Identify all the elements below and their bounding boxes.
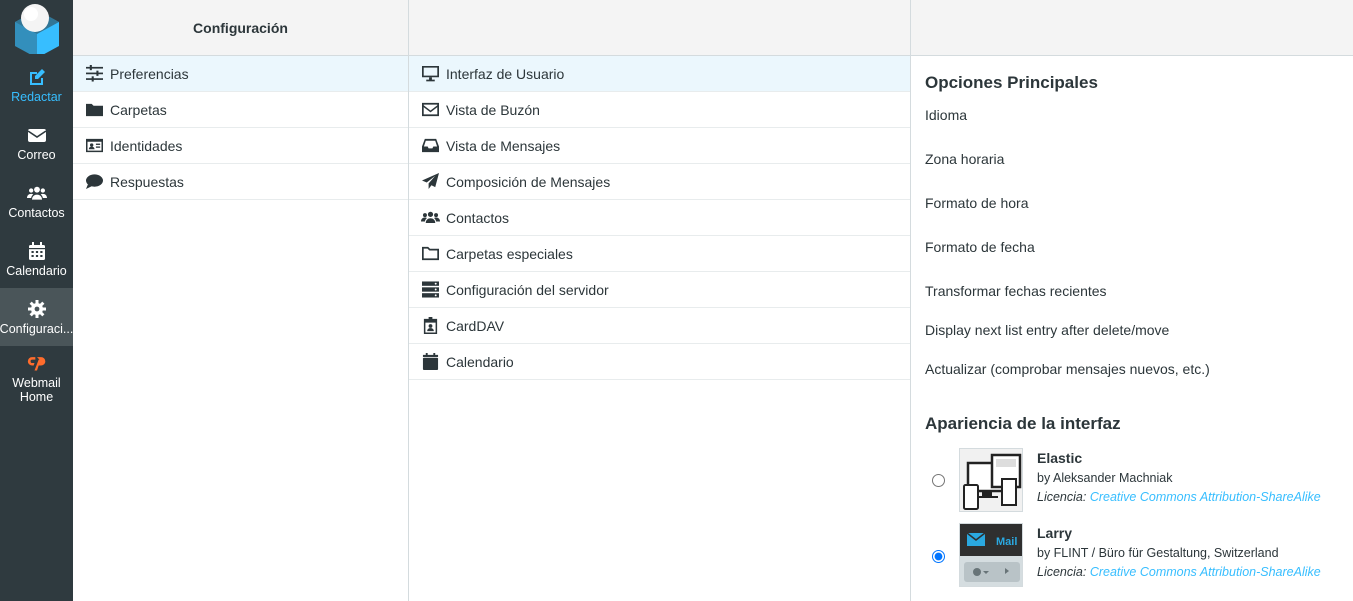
app-nav: Redactar Correo Contactos Calendario Con… — [0, 0, 73, 601]
paper-plane-icon — [419, 173, 441, 191]
option-display-next: Display next list entry after delete/mov… — [925, 322, 1170, 338]
skin-author: by Aleksander Machniak — [1037, 471, 1173, 485]
license-label: Licencia: — [1037, 565, 1087, 579]
section-label: Configuración del servidor — [446, 281, 609, 298]
skin-name: Elastic — [1037, 450, 1083, 466]
settings-item-label: Carpetas — [110, 101, 167, 118]
inbox-icon — [419, 137, 441, 155]
section-label: Vista de Buzón — [446, 101, 540, 118]
app: Redactar Correo Contactos Calendario Con… — [0, 0, 1353, 601]
skin-name: Larry — [1037, 525, 1073, 541]
skin-radio-elastic[interactable] — [932, 474, 945, 487]
nav-compose-label: Redactar — [11, 89, 62, 104]
nav-mail[interactable]: Correo — [0, 114, 73, 172]
nav-compose[interactable]: Redactar — [0, 56, 73, 114]
settings-item-label: Identidades — [110, 137, 183, 154]
skin-radio-larry[interactable] — [932, 550, 945, 563]
settings-column: Configuración Preferencias Carpetas Iden… — [73, 0, 409, 601]
section-special-folders[interactable]: Carpetas especiales — [409, 236, 910, 272]
option-timezone: Zona horaria — [925, 151, 1005, 167]
skin-author: by FLINT / Büro für Gestaltung, Switzerl… — [1037, 546, 1279, 560]
skin-license: Licencia: Creative Commons Attribution-S… — [1037, 490, 1321, 504]
folder-icon — [83, 101, 105, 119]
option-pretty-dates: Transformar fechas recientes — [925, 283, 1107, 299]
option-language: Idioma — [925, 107, 968, 123]
compose-icon — [29, 68, 45, 85]
roundcube-logo[interactable] — [0, 0, 73, 56]
skin-thumbnail-larry: Mail — [959, 523, 1023, 587]
settings-item-responses[interactable]: Respuestas — [73, 164, 408, 200]
server-icon — [419, 281, 441, 299]
calendar-icon — [419, 353, 441, 371]
preferences-panel: Opciones Principales Idioma Zona horaria… — [911, 0, 1353, 601]
gear-icon — [27, 299, 46, 318]
main-options-title: Opciones Principales — [925, 73, 1098, 92]
section-composing[interactable]: Composición de Mensajes — [409, 164, 910, 200]
mail-icon — [27, 128, 46, 142]
section-server-settings[interactable]: Configuración del servidor — [409, 272, 910, 308]
nav-webmail-home-label: Webmail Home — [12, 375, 61, 404]
option-refresh: Actualizar (comprobar mensajes nuevos, e… — [925, 361, 1210, 377]
nav-settings-label: Configuraci... — [0, 321, 73, 336]
settings-item-label: Preferencias — [110, 65, 189, 82]
settings-item-folders[interactable]: Carpetas — [73, 92, 408, 128]
sections-column: Interfaz de Usuario Vista de Buzón Vista… — [409, 0, 911, 601]
license-label: Licencia: — [1037, 490, 1087, 504]
contacts-icon — [26, 186, 47, 200]
comment-icon — [83, 173, 105, 191]
section-mailbox-view[interactable]: Vista de Buzón — [409, 92, 910, 128]
settings-item-identities[interactable]: Identidades — [73, 128, 408, 164]
section-calendar[interactable]: Calendario — [409, 344, 910, 380]
preferences-header — [911, 0, 1353, 56]
skin-thumb-text: Mail — [996, 536, 1017, 548]
appearance-title: Apariencia de la interfaz — [925, 414, 1121, 433]
skin-option-larry: Mail Larry by FLINT / Büro für Gestaltun… — [925, 523, 1339, 598]
id-card-icon — [83, 137, 105, 155]
preferences-form: Opciones Principales Idioma Zona horaria… — [911, 56, 1353, 598]
skin-thumbnail-elastic — [959, 448, 1023, 512]
nav-mail-label: Correo — [17, 147, 56, 162]
sliders-icon — [83, 65, 105, 83]
sections-header — [409, 0, 910, 56]
nav-contacts[interactable]: Contactos — [0, 172, 73, 230]
envelope-icon — [419, 101, 441, 119]
users-icon — [419, 209, 441, 227]
section-label: Composición de Mensajes — [446, 173, 611, 190]
nav-settings[interactable]: Configuraci... — [0, 288, 73, 346]
settings-header: Configuración — [73, 0, 408, 56]
section-label: Contactos — [446, 209, 510, 226]
section-label: Calendario — [446, 353, 514, 370]
section-label: Carpetas especiales — [446, 245, 573, 262]
desktop-icon — [419, 65, 441, 83]
id-badge-icon — [419, 317, 441, 335]
section-contacts[interactable]: Contactos — [409, 200, 910, 236]
option-time-format: Formato de hora — [925, 195, 1029, 211]
section-label: CardDAV — [446, 317, 505, 334]
nav-contacts-label: Contactos — [8, 205, 65, 220]
nav-webmail-home[interactable]: Webmail Home — [0, 346, 73, 410]
section-user-interface[interactable]: Interfaz de Usuario — [409, 56, 910, 92]
settings-item-preferences[interactable]: Preferencias — [73, 56, 408, 92]
nav-calendar-label: Calendario — [6, 263, 67, 278]
settings-item-label: Respuestas — [110, 173, 184, 190]
cpanel-icon — [27, 356, 45, 370]
folder-outline-icon — [419, 245, 441, 263]
license-link[interactable]: Creative Commons Attribution-ShareAlike — [1090, 565, 1321, 579]
skin-option-elastic: Elastic by Aleksander Machniak Licencia:… — [925, 448, 1339, 523]
calendar-icon — [28, 241, 45, 260]
section-message-view[interactable]: Vista de Mensajes — [409, 128, 910, 164]
section-carddav[interactable]: CardDAV — [409, 308, 910, 344]
skin-license: Licencia: Creative Commons Attribution-S… — [1037, 565, 1321, 579]
option-date-format: Formato de fecha — [925, 239, 1035, 255]
license-link[interactable]: Creative Commons Attribution-ShareAlike — [1090, 490, 1321, 504]
nav-calendar[interactable]: Calendario — [0, 230, 73, 288]
section-label: Interfaz de Usuario — [446, 65, 565, 82]
section-label: Vista de Mensajes — [446, 137, 561, 154]
